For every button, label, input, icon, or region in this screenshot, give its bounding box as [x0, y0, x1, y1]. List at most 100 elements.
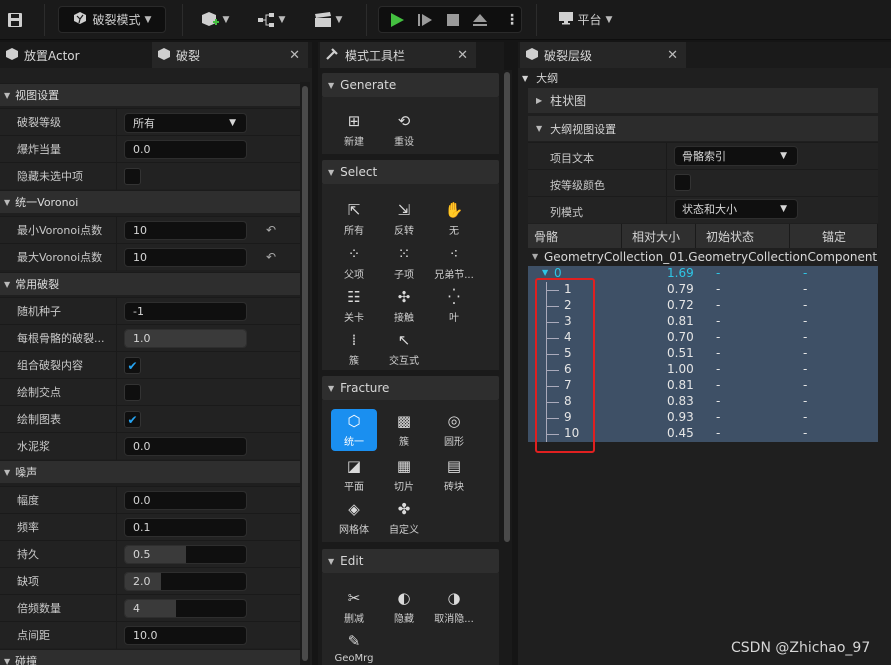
- tool-hide[interactable]: ◐ 隐藏: [381, 586, 427, 628]
- tab-place-actors[interactable]: 放置Actor: [0, 42, 150, 68]
- tool-mesh[interactable]: ◈ 网格体: [331, 497, 377, 539]
- category-uniform-voronoi[interactable]: ▼ 统一Voronoi: [0, 190, 300, 213]
- tool-custom[interactable]: ✤ 自定义: [381, 497, 427, 539]
- tool-select-all[interactable]: ⇱ 所有: [331, 198, 377, 240]
- column-label: 初始状态: [706, 229, 755, 244]
- max-voronoi-input[interactable]: 10: [124, 248, 247, 267]
- outline-header[interactable]: ▼ 大纲: [522, 70, 558, 86]
- tab-fracture[interactable]: 破裂 ✕: [152, 42, 308, 68]
- play-controls: ⋮: [378, 6, 522, 33]
- column-mode-dropdown[interactable]: 状态和大小 ▼: [674, 199, 798, 219]
- column-header-anchored[interactable]: 锚定: [790, 224, 878, 248]
- amplitude-input[interactable]: 0.0: [124, 491, 247, 510]
- reset-arrow-icon[interactable]: ↶: [266, 223, 276, 237]
- hide-unselected-checkbox[interactable]: [124, 168, 141, 185]
- eject-icon[interactable]: [472, 13, 488, 30]
- tool-parent[interactable]: ⁘ 父项: [331, 242, 377, 284]
- scroll-thumb[interactable]: [302, 86, 308, 661]
- chance-per-bone-slider[interactable]: 1.0: [124, 329, 247, 348]
- tool-reset[interactable]: ⟲ 重设: [381, 109, 427, 151]
- tool-children[interactable]: ⁙ 子项: [381, 242, 427, 284]
- parent-icon: ⁘: [347, 245, 361, 263]
- tool-interactive[interactable]: ↖ 交互式: [381, 328, 427, 370]
- add-actor-button[interactable]: ▼: [196, 6, 234, 33]
- tool-contact[interactable]: ✣ 接触: [381, 285, 427, 327]
- frequency-input[interactable]: 0.1: [124, 518, 247, 537]
- tool-none[interactable]: ✋ 无: [431, 198, 477, 240]
- column-header-bone[interactable]: 骨骼: [528, 224, 622, 248]
- tool-geomerge[interactable]: ✎ GeoMrg: [331, 629, 377, 665]
- step-icon[interactable]: [417, 13, 433, 30]
- tool-label: 所有: [344, 226, 364, 237]
- tool-cluster[interactable]: ⁞ 簇: [331, 328, 377, 370]
- save-icon[interactable]: [4, 6, 26, 33]
- details-scrollbar[interactable]: [300, 82, 310, 665]
- tool-siblings[interactable]: ⁖ 兄弟节...: [431, 242, 477, 284]
- more-options-icon[interactable]: ⋮: [505, 12, 519, 28]
- tool-label: 砖块: [444, 482, 464, 493]
- point-spacing-input[interactable]: 10.0: [124, 626, 247, 645]
- section-generate[interactable]: ▼ Generate: [322, 73, 499, 97]
- min-voronoi-input[interactable]: 10: [124, 221, 247, 240]
- category-collision[interactable]: ▼ 碰撞: [0, 649, 300, 665]
- tool-unhide[interactable]: ◑ 取消隐...: [431, 586, 477, 628]
- hierarchy-scrollbar[interactable]: [880, 70, 888, 665]
- close-icon[interactable]: ✕: [457, 48, 468, 63]
- tool-brick[interactable]: ▤ 砖块: [431, 454, 477, 496]
- row-label: 幅度: [17, 494, 39, 507]
- category-common-fracture[interactable]: ▼ 常用破裂: [0, 272, 300, 295]
- initial-state: -: [716, 378, 721, 392]
- persistence-slider[interactable]: 0.5: [124, 545, 247, 564]
- stop-icon[interactable]: [446, 13, 460, 30]
- tab-mode-toolbar[interactable]: 模式工具栏 ✕: [320, 42, 476, 68]
- tool-prune[interactable]: ✂ 删减: [331, 586, 377, 628]
- anchored: -: [803, 426, 808, 440]
- play-icon[interactable]: [389, 12, 405, 31]
- tool-new[interactable]: ⊞ 新建: [331, 109, 377, 151]
- tool-level[interactable]: ☷ 关卡: [331, 285, 377, 327]
- explode-amount-input[interactable]: 0.0: [124, 140, 247, 159]
- draw-sites-checkbox[interactable]: [124, 384, 141, 401]
- collapse-arrow-icon[interactable]: ▼: [542, 268, 548, 277]
- blueprint-button[interactable]: ▼: [252, 6, 290, 33]
- section-fracture[interactable]: ▼ Fracture: [322, 376, 499, 400]
- chevron-down-icon: ▼: [222, 14, 230, 25]
- category-view-settings[interactable]: ▼ 视图设置: [0, 83, 300, 106]
- row-label: 水泥浆: [17, 440, 50, 453]
- lacunarity-slider[interactable]: 2.0: [124, 572, 247, 591]
- grout-input[interactable]: 0.0: [124, 437, 247, 456]
- fracture-level-dropdown[interactable]: 所有 ▼: [124, 113, 247, 133]
- item-text-dropdown[interactable]: 骨骼索引 ▼: [674, 146, 798, 166]
- tab-fracture-hierarchy[interactable]: 破裂层级 ✕: [520, 42, 686, 68]
- section-select[interactable]: ▼ Select: [322, 160, 499, 184]
- close-icon[interactable]: ✕: [289, 48, 300, 63]
- section-edit[interactable]: ▼ Edit: [322, 549, 499, 573]
- scroll-thumb[interactable]: [504, 72, 510, 542]
- tool-plane[interactable]: ◪ 平面: [331, 454, 377, 496]
- category-noise[interactable]: ▼ 噪声: [0, 460, 300, 483]
- histogram-header[interactable]: ▶ 柱状图: [528, 88, 878, 113]
- tool-invert[interactable]: ⇲ 反转: [381, 198, 427, 240]
- mode-selector[interactable]: 破裂模式 ▼: [58, 6, 166, 33]
- tree-root-row[interactable]: ▼ GeometryCollection_01.GeometryCollecti…: [528, 250, 878, 266]
- outline-settings-header[interactable]: ▼ 大纲视图设置: [528, 116, 878, 141]
- cinematics-button[interactable]: ▼: [308, 6, 348, 33]
- close-icon[interactable]: ✕: [667, 48, 678, 63]
- tool-cluster-fracture[interactable]: ▩ 簇: [381, 409, 427, 451]
- reset-arrow-icon[interactable]: ↶: [266, 250, 276, 264]
- column-header-initial-state[interactable]: 初始状态: [696, 224, 790, 248]
- mode-scrollbar[interactable]: [502, 70, 512, 665]
- group-fracture-checkbox[interactable]: ✔: [124, 357, 141, 374]
- tool-uniform[interactable]: ⬡ 统一: [331, 409, 377, 451]
- random-seed-input[interactable]: -1: [124, 302, 247, 321]
- column-header-relative-size[interactable]: 相对大小: [622, 224, 696, 248]
- tool-leaf[interactable]: ⁛ 叶: [431, 285, 477, 327]
- anchored: -: [803, 266, 808, 280]
- tool-slice[interactable]: ▦ 切片: [381, 454, 427, 496]
- draw-diagram-checkbox[interactable]: ✔: [124, 411, 141, 428]
- row-label: 按等级颜色: [550, 179, 605, 192]
- color-by-level-checkbox[interactable]: [674, 174, 691, 191]
- octaves-slider[interactable]: 4: [124, 599, 247, 618]
- tool-radial[interactable]: ◎ 圆形: [431, 409, 477, 451]
- platform-button[interactable]: 平台 ▼: [550, 6, 620, 33]
